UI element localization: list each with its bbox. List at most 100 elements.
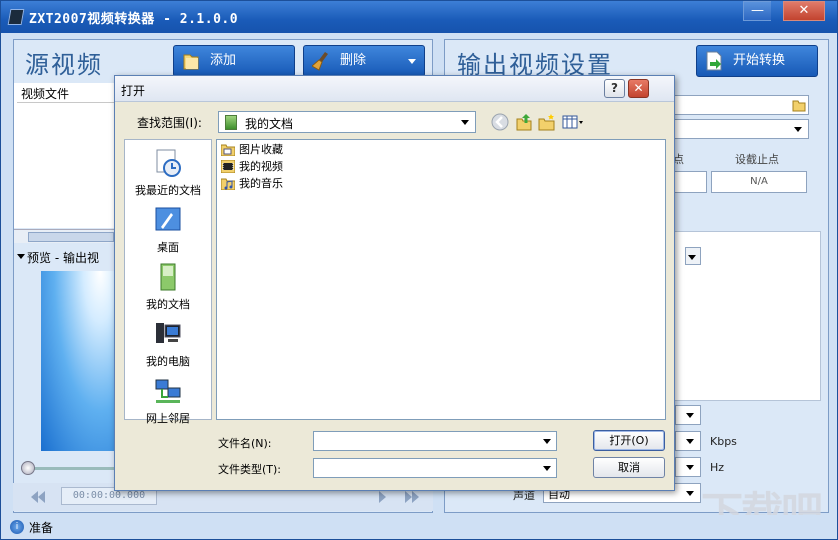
seek-track bbox=[27, 467, 117, 470]
app-logo-icon bbox=[7, 9, 25, 25]
video-quality-combo[interactable] bbox=[675, 405, 701, 425]
dialog-close-button[interactable]: ✕ bbox=[628, 79, 649, 98]
format-combo[interactable] bbox=[671, 119, 809, 139]
convert-icon bbox=[706, 51, 722, 71]
seek-slider[interactable] bbox=[19, 461, 117, 475]
list-item[interactable]: 我的音乐 bbox=[219, 175, 283, 192]
title-bar[interactable]: ZXT2007视频转换器 - 2.1.0.0 — ✕ bbox=[1, 1, 837, 33]
start-point-field[interactable] bbox=[671, 171, 707, 193]
chevron-down-icon[interactable] bbox=[790, 122, 806, 136]
fast-forward-icon-2 bbox=[412, 491, 419, 503]
network-places-icon bbox=[155, 379, 181, 403]
minimize-button[interactable]: — bbox=[743, 1, 771, 21]
place-my-computer[interactable]: 我的电脑 bbox=[125, 315, 211, 371]
chevron-down-icon[interactable] bbox=[682, 460, 698, 474]
cancel-button[interactable]: 取消 bbox=[593, 457, 665, 478]
place-recent-documents[interactable]: 我最近的文档 bbox=[125, 144, 211, 200]
chevron-down-icon[interactable] bbox=[684, 250, 700, 264]
list-item[interactable]: 图片收藏 bbox=[219, 141, 283, 158]
seek-knob[interactable] bbox=[21, 461, 35, 475]
file-list[interactable]: 图片收藏 我的视频 我的音乐 bbox=[216, 139, 666, 420]
music-folder-icon bbox=[221, 178, 235, 190]
status-bar bbox=[1, 515, 837, 539]
play-icon[interactable] bbox=[379, 491, 386, 503]
pictures-folder-icon bbox=[221, 144, 235, 156]
place-my-documents[interactable]: 我的文档 bbox=[125, 258, 211, 314]
look-in-label: 查找范围(I): bbox=[137, 116, 202, 130]
window-title: ZXT2007视频转换器 - 2.1.0.0 bbox=[29, 12, 239, 27]
sample-rate-unit: Hz bbox=[710, 461, 725, 474]
bitrate-unit: Kbps bbox=[710, 435, 737, 448]
open-button[interactable]: 打开(O) bbox=[593, 430, 665, 451]
preview-label[interactable]: 预览 - 输出视 bbox=[17, 249, 99, 266]
place-network[interactable]: 网上邻居 bbox=[125, 372, 211, 428]
filetype-label: 文件类型(T): bbox=[218, 463, 282, 476]
place-label: 我最近的文档 bbox=[135, 184, 201, 197]
rewind-icon-2 bbox=[38, 491, 45, 503]
dialog-title-bar[interactable]: 打开 ? ✕ bbox=[115, 76, 674, 102]
look-in-value: 我的文档 bbox=[245, 117, 294, 131]
video-file-list[interactable] bbox=[14, 83, 114, 228]
places-bar: 我最近的文档 桌面 我的文档 我的电脑 网上邻居 bbox=[124, 139, 212, 425]
place-desktop[interactable]: 桌面 bbox=[125, 201, 211, 257]
videos-folder-icon bbox=[221, 160, 235, 173]
scrollbar-thumb[interactable] bbox=[28, 232, 114, 242]
add-button[interactable]: 添加 bbox=[173, 45, 295, 77]
filename-input[interactable] bbox=[313, 431, 557, 451]
place-label: 我的文档 bbox=[146, 298, 190, 311]
add-label: 添加 bbox=[210, 53, 237, 68]
start-convert-label: 开始转换 bbox=[733, 53, 786, 68]
my-documents-icon bbox=[160, 263, 176, 291]
delete-button[interactable]: 删除 bbox=[303, 45, 425, 77]
preview-image bbox=[41, 271, 115, 451]
end-point-field[interactable]: N/A bbox=[711, 171, 807, 193]
folder-icon bbox=[183, 54, 199, 70]
recent-documents-icon bbox=[156, 149, 181, 177]
list-item[interactable]: 我的视频 bbox=[219, 158, 283, 175]
start-convert-button[interactable]: 开始转换 bbox=[696, 45, 818, 77]
filename-label: 文件名(N): bbox=[218, 437, 272, 450]
fast-forward-icon[interactable] bbox=[405, 491, 412, 503]
info-icon: i bbox=[10, 520, 24, 534]
browse-folder-icon[interactable] bbox=[792, 98, 806, 112]
chevron-down-icon[interactable] bbox=[540, 461, 554, 475]
rewind-icon[interactable] bbox=[31, 491, 38, 503]
main-window: ZXT2007视频转换器 - 2.1.0.0 — ✕ 源视频 添加 删除 视频文… bbox=[0, 0, 838, 540]
broom-icon bbox=[312, 52, 328, 71]
output-path-field[interactable] bbox=[671, 95, 809, 115]
up-folder-icon[interactable] bbox=[515, 113, 533, 131]
end-point-label: 设截止点 bbox=[735, 153, 779, 166]
list-header-video-file[interactable]: 视频文件 bbox=[17, 85, 117, 103]
new-folder-icon[interactable] bbox=[538, 113, 556, 131]
my-documents-icon bbox=[225, 115, 237, 130]
help-button[interactable]: ? bbox=[604, 79, 625, 98]
filetype-select[interactable] bbox=[313, 458, 557, 478]
status-text: 准备 bbox=[29, 521, 54, 535]
chevron-down-icon[interactable] bbox=[540, 434, 554, 448]
place-label: 我的电脑 bbox=[146, 355, 190, 368]
settings-combo[interactable] bbox=[685, 247, 701, 265]
look-in-combo[interactable]: 我的文档 bbox=[218, 111, 476, 133]
place-label: 网上邻居 bbox=[146, 412, 190, 425]
chevron-down-icon[interactable] bbox=[408, 59, 416, 64]
horizontal-scrollbar[interactable] bbox=[14, 229, 114, 243]
my-computer-icon bbox=[156, 323, 181, 343]
place-label: 桌面 bbox=[157, 241, 179, 254]
chevron-down-icon[interactable] bbox=[458, 115, 472, 129]
bitrate-combo[interactable] bbox=[675, 431, 701, 451]
sample-rate-combo[interactable] bbox=[675, 457, 701, 477]
source-video-title: 源视频 bbox=[25, 51, 103, 79]
file-name: 我的音乐 bbox=[239, 177, 283, 190]
close-button[interactable]: ✕ bbox=[783, 1, 825, 21]
desktop-icon bbox=[155, 207, 181, 231]
file-name: 我的视频 bbox=[239, 160, 283, 173]
delete-label: 删除 bbox=[340, 53, 367, 68]
chevron-down-icon[interactable] bbox=[682, 408, 698, 422]
chevron-down-icon[interactable] bbox=[682, 486, 698, 500]
dialog-title: 打开 bbox=[121, 84, 146, 98]
view-menu-icon[interactable] bbox=[562, 113, 584, 131]
back-icon[interactable] bbox=[491, 113, 509, 131]
chevron-down-icon[interactable] bbox=[682, 434, 698, 448]
file-name: 图片收藏 bbox=[239, 143, 283, 156]
open-file-dialog: 打开 ? ✕ 查找范围(I): 我的文档 我最近的文档 桌面 我的文档 我的电脑… bbox=[114, 75, 675, 491]
